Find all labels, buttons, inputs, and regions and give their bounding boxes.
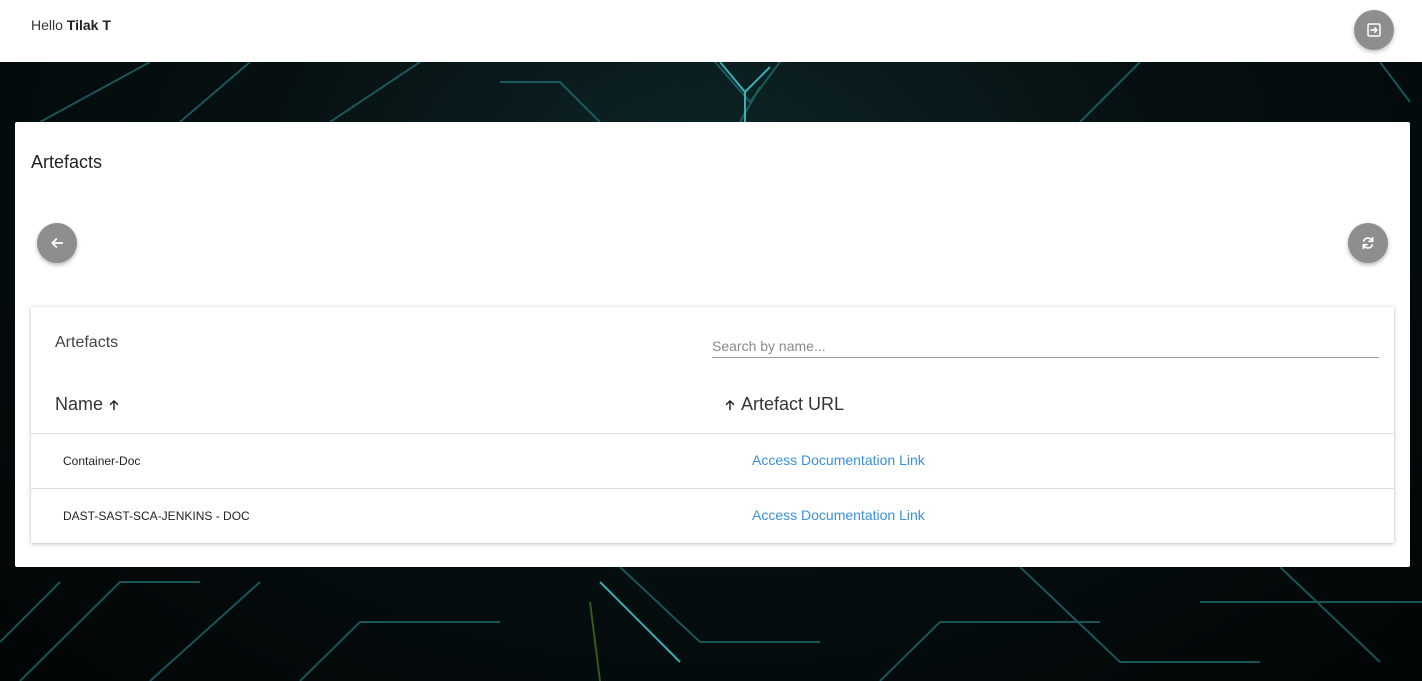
artefacts-table: Artefacts Name Artefact URL Container-Do… [31,307,1394,543]
documentation-link[interactable]: Access Documentation Link [752,452,925,468]
column-header-name-label: Name [55,394,104,414]
sort-arrow-up-icon [109,399,119,410]
table-row: DAST-SAST-SCA-JENKINS - DOC Access Docum… [31,488,1394,544]
logout-icon [1367,23,1381,37]
table-title: Artefacts [55,334,119,351]
artefacts-card: Artefacts Artefacts Name Artefact URL [15,122,1410,567]
column-header-url-label: Artefact URL [741,394,845,414]
documentation-link[interactable]: Access Documentation Link [752,507,925,523]
user-name: Tilak T [66,17,111,33]
table-row: Container-Doc Access Documentation Link [31,433,1394,489]
column-header-name[interactable]: Name [55,394,121,415]
refresh-icon [1362,236,1374,250]
sort-arrow-up-icon [725,399,735,410]
logout-button[interactable] [1354,10,1394,50]
greeting-prefix: Hello [31,17,63,33]
arrow-left-icon [51,238,64,248]
greeting: Hello Tilak T [31,17,111,33]
column-header-url[interactable]: Artefact URL [723,394,844,415]
search-input[interactable] [712,335,1379,358]
refresh-button[interactable] [1348,223,1388,263]
top-bar: Hello Tilak T [0,0,1422,62]
artefact-name: Container-Doc [63,454,141,468]
artefact-name: DAST-SAST-SCA-JENKINS - DOC [63,509,250,523]
back-button[interactable] [37,223,77,263]
page-title: Artefacts [31,152,103,172]
